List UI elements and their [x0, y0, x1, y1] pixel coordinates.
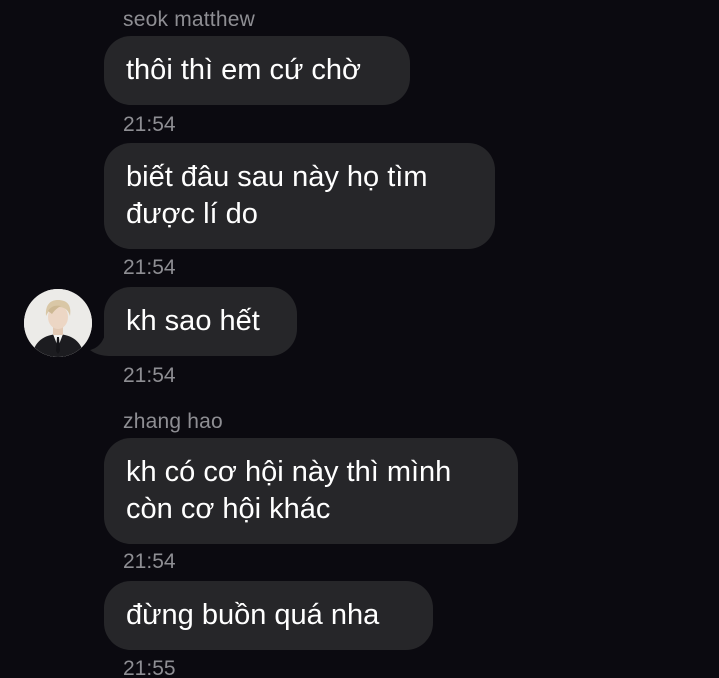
message-bubble[interactable]: biết đâu sau này họ tìm được lí do [104, 143, 495, 249]
message-bubble[interactable]: kh có cơ hội này thì mình còn cơ hội khá… [104, 438, 518, 544]
message-text-line: biết đâu sau này họ tìm [126, 161, 428, 193]
message-text-line: được lí do [126, 198, 258, 230]
message-bubble[interactable]: thôi thì em cứ chờ [104, 36, 410, 105]
message-timestamp: 21:54 [123, 364, 176, 387]
message-text-line: kh có cơ hội này thì mình [126, 456, 452, 488]
message-text: kh sao hết [126, 305, 260, 337]
avatar[interactable] [24, 289, 92, 357]
message-text-line: còn cơ hội khác [126, 493, 331, 525]
message-timestamp: 21:55 [123, 657, 176, 678]
sender-name: seok matthew [123, 8, 255, 31]
avatar-photo [24, 289, 92, 357]
message-text: thôi thì em cứ chờ [126, 54, 362, 86]
chat-thread[interactable]: seok matthew thôi thì em cứ chờ 21:54 bi… [0, 0, 719, 678]
message-timestamp: 21:54 [123, 113, 176, 136]
sender-name: zhang hao [123, 410, 223, 433]
message-timestamp: 21:54 [123, 550, 176, 573]
message-bubble[interactable]: kh sao hết [104, 287, 297, 356]
message-text: đừng buồn quá nha [126, 599, 380, 631]
message-timestamp: 21:54 [123, 256, 176, 279]
message-bubble[interactable]: đừng buồn quá nha [104, 581, 433, 650]
